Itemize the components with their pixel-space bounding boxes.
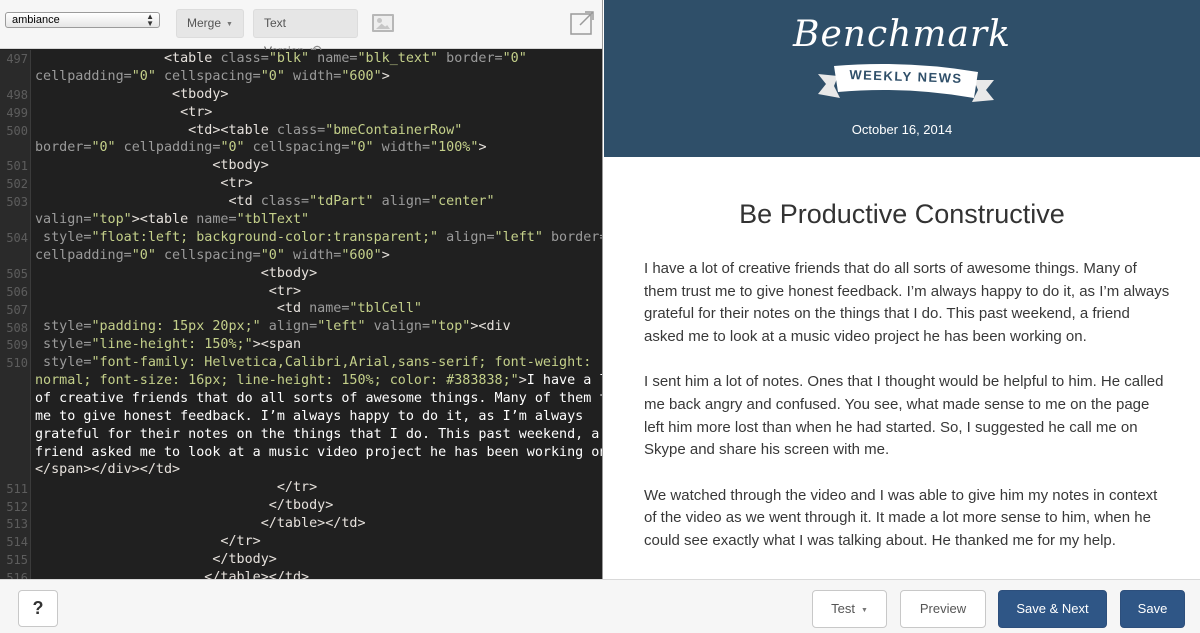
- chevron-updown-icon: ▲ ▼: [146, 12, 154, 28]
- line-number: 514: [6, 535, 28, 550]
- code-line: normal; font-size: 16px; line-height: 15…: [35, 373, 602, 389]
- line-number: 509: [6, 338, 28, 353]
- html-editor-pane: ambiance ▲▼ Merge▼ Text Version⟲ 4974984…: [0, 0, 603, 579]
- code-line: </table></td>: [35, 569, 310, 579]
- code-line: <td><table class="bmeContainerRow": [35, 122, 463, 138]
- email-preview-pane: Benchmark WEEKLY NEWS October 16, 2014 B…: [604, 0, 1200, 579]
- code-line: border="0" cellpadding="0" cellspacing="…: [35, 140, 487, 156]
- test-label: Test: [831, 601, 855, 616]
- line-number: 510: [6, 356, 28, 371]
- line-number-gutter: 497 498 499 500 501 502 503 504 505 506 507 508 509 5…: [0, 50, 31, 579]
- line-number: 501: [6, 159, 28, 174]
- code-line: <table class="blk" name="blk_text" borde…: [35, 51, 527, 66]
- caret-down-icon: ▼: [226, 21, 233, 28]
- code-line: style="float:left; background-color:tran…: [35, 229, 603, 245]
- line-number: 497: [6, 52, 28, 66]
- code-line: </tbody>: [35, 551, 277, 567]
- email-header: Benchmark WEEKLY NEWS October 16, 2014: [604, 0, 1200, 157]
- line-number: 500: [6, 123, 28, 138]
- article-paragraph: We watched through the video and I was a…: [644, 486, 1158, 549]
- code-line: style="font-family: Helvetica,Calibri,Ar…: [35, 355, 592, 371]
- line-number: 498: [6, 87, 28, 102]
- line-number: [0, 68, 28, 69]
- line-number: 502: [6, 177, 28, 192]
- code-line: of creative friends that do all sorts of…: [35, 390, 603, 406]
- line-number: [0, 426, 28, 427]
- code-line: </tbody>: [35, 498, 334, 514]
- code-line: friend asked me to look at a music video…: [35, 444, 603, 460]
- line-number: 506: [6, 284, 28, 299]
- code-line: <td class="tdPart" align="center": [35, 194, 495, 210]
- image-icon[interactable]: [372, 14, 394, 32]
- theme-select[interactable]: ambiance ▲ ▼: [5, 12, 160, 28]
- merge-button[interactable]: Merge ▼: [176, 9, 244, 38]
- line-number: 512: [6, 499, 28, 514]
- code-line: grateful for their notes on the things t…: [35, 426, 600, 442]
- line-number: [0, 211, 28, 212]
- line-number: [0, 408, 28, 409]
- text-version-button[interactable]: Text Version⟲: [253, 9, 358, 58]
- line-number: 505: [6, 266, 28, 281]
- code-line: style="padding: 15px 20px;" align="left"…: [35, 319, 511, 335]
- code-line: <tr>: [35, 283, 302, 299]
- caret-down-icon: ▼: [860, 607, 868, 614]
- line-number: [0, 462, 28, 463]
- article-body: I have a lot of creative friends that do…: [644, 258, 1172, 576]
- merge-label: Merge: [187, 16, 222, 30]
- line-number: 504: [6, 231, 28, 245]
- code-line: me to give honest feedback. I’m always h…: [35, 408, 584, 424]
- line-number: [0, 390, 28, 391]
- code-line: <tr>: [35, 176, 253, 192]
- expand-icon[interactable]: [569, 10, 595, 36]
- code-line: </tr>: [35, 534, 261, 550]
- code-line: <tbody>: [35, 86, 229, 102]
- article-title: Be Productive Constructive: [739, 199, 1065, 229]
- line-number: 503: [6, 195, 28, 210]
- code-line: <tbody>: [35, 158, 269, 174]
- line-number: 511: [6, 481, 28, 496]
- code-lines: <table class="blk" name="blk_text" borde…: [35, 50, 603, 579]
- line-number: [0, 444, 28, 445]
- save-and-next-button[interactable]: Save & Next: [998, 590, 1107, 628]
- save-button[interactable]: Save: [1120, 590, 1185, 628]
- article-paragraph: I have a lot of creative friends that do…: [644, 260, 1170, 345]
- code-line: valign="top"><table name="tblText": [35, 212, 310, 228]
- code-line: <tbody>: [35, 265, 318, 281]
- line-number: 507: [6, 302, 28, 317]
- code-line: <td name="tblCell": [35, 301, 422, 317]
- line-number: 499: [6, 105, 28, 120]
- line-number: [0, 140, 28, 141]
- line-number: 508: [6, 320, 28, 335]
- line-number: 515: [6, 553, 28, 568]
- code-line: </tr>: [35, 480, 318, 496]
- line-number: 516: [6, 571, 28, 579]
- bottom-action-bar: ? Test ▼ Preview Save & Next Save: [0, 579, 1200, 633]
- line-number: [0, 247, 28, 248]
- line-number: [0, 372, 28, 373]
- code-editor[interactable]: 497 498 499 500 501 502 503 504 505 506 507 508 509 5…: [0, 50, 603, 579]
- newsletter-date: October 16, 2014: [851, 122, 953, 137]
- brand-logo: Benchmark: [793, 14, 1011, 55]
- help-button[interactable]: ?: [18, 590, 58, 627]
- line-number: 513: [6, 517, 28, 532]
- article-paragraph: I sent him a lot of notes. Ones that I t…: [644, 373, 1164, 459]
- code-line: cellpadding="0" cellspacing="0" width="6…: [35, 68, 390, 84]
- test-button[interactable]: Test ▼: [812, 590, 887, 628]
- code-line: <tr>: [35, 104, 213, 120]
- theme-select-value: ambiance: [12, 14, 60, 26]
- code-line: style="line-height: 150%;"><span: [35, 337, 302, 353]
- preview-button[interactable]: Preview: [900, 590, 986, 628]
- code-line: </span></div></td>: [35, 462, 181, 478]
- editor-toolbar: ambiance ▲▼ Merge ▼ Text Version⟲: [0, 0, 602, 58]
- code-line: cellpadding="0" cellspacing="0" width="6…: [35, 247, 390, 263]
- code-line: </table></td>: [35, 516, 366, 532]
